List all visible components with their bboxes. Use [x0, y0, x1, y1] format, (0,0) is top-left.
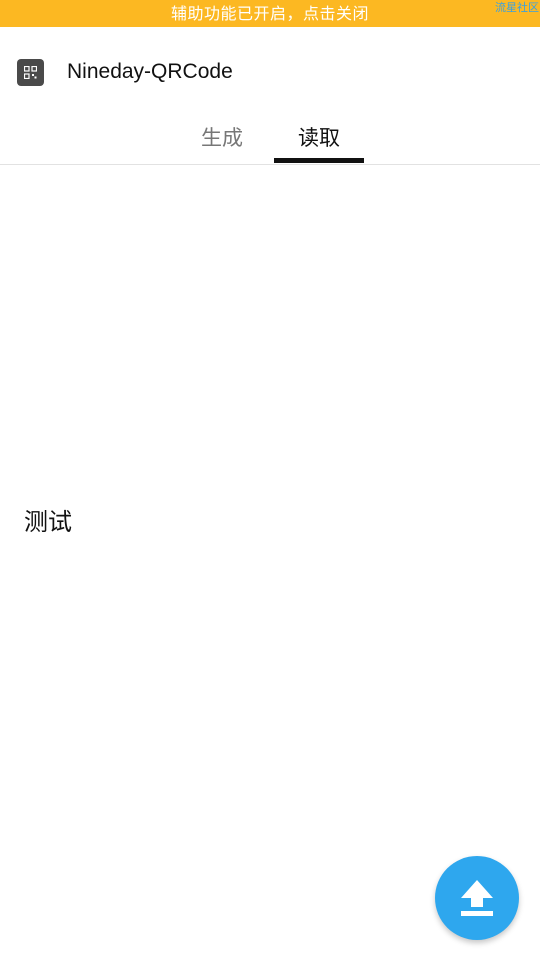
tab-generate[interactable]: 生成	[177, 117, 267, 163]
app-bar: Nineday-QRCode	[0, 27, 540, 117]
tab-selected-indicator	[274, 158, 364, 163]
app-title: Nineday-QRCode	[67, 60, 233, 83]
accessibility-banner-text[interactable]: 辅助功能已开启，点击关闭	[0, 0, 540, 27]
accessibility-banner[interactable]: 辅助功能已开启，点击关闭 流星社区	[0, 0, 540, 27]
tab-bar: 生成 读取	[0, 117, 540, 164]
scan-result-text: 测试	[24, 508, 72, 536]
watermark-text: 流星社区	[495, 1, 539, 14]
upload-icon	[461, 880, 493, 916]
upload-button[interactable]	[435, 856, 519, 940]
qr-code-icon	[17, 59, 44, 86]
tabs-divider	[0, 164, 540, 165]
tab-read[interactable]: 读取	[274, 117, 364, 163]
